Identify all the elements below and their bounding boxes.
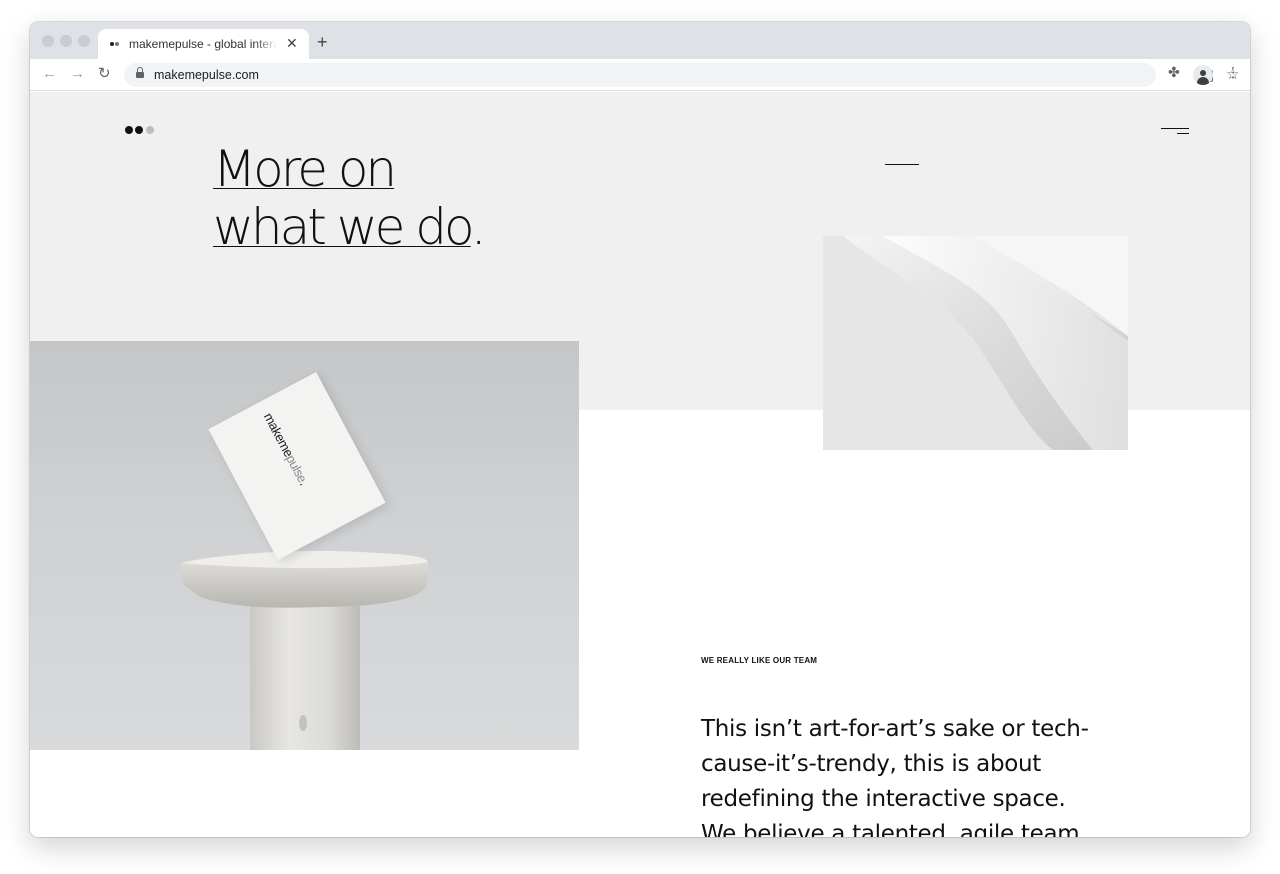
puzzle-icon[interactable]: ✤ [1168,64,1180,80]
url-text[interactable]: makemepulse.com [154,68,259,82]
close-window-button[interactable] [42,35,54,47]
browser-window: makemepulse - global interactive ✕ + ← →… [30,22,1250,837]
tab-strip: makemepulse - global interactive ✕ + [30,22,1250,59]
reload-icon[interactable]: ↻ [98,65,111,83]
section-eyebrow: WE REALLY LIKE OUR TEAM [701,656,818,665]
lock-icon[interactable] [136,67,144,79]
forward-arrow-icon[interactable]: → [70,65,85,83]
hamburger-menu-icon[interactable] [1161,126,1191,136]
address-bar[interactable]: makemepulse.com 文 ☆ [124,63,1239,87]
browser-tab[interactable]: makemepulse - global interactive ✕ [98,29,309,59]
intro-paragraph: This isn’t art-for-art’s sake or tech-ca… [701,716,1089,837]
favicon-icon [110,42,120,46]
divider-line [885,164,919,166]
maximize-window-button[interactable] [78,35,90,47]
pedestal-card-image: makemepulse. [30,341,579,750]
close-tab-icon[interactable]: ✕ [286,35,298,51]
card-brand-text: makemepulse. [260,410,312,488]
back-arrow-icon[interactable]: ← [42,65,57,83]
page-viewport: More on what we do. makemepulse. WE REAL… [30,92,1250,837]
headline-line-2: what we do [213,198,474,256]
tab-title: makemepulse - global interactive [129,37,277,51]
new-tab-button[interactable]: + [317,33,328,51]
fabric-image [823,236,1128,450]
site-logo[interactable] [125,126,165,136]
headline-period: . [470,198,487,256]
page-headline: More on what we do. [213,140,487,256]
browser-toolbar: ← → ↻ makemepulse.com 文 ☆ ✤ ⋮ [30,59,1250,91]
minimize-window-button[interactable] [60,35,72,47]
avatar[interactable] [1193,65,1213,85]
menu-dots-icon[interactable]: ⋮ [1226,64,1240,80]
headline-line-1: More on [213,140,397,198]
